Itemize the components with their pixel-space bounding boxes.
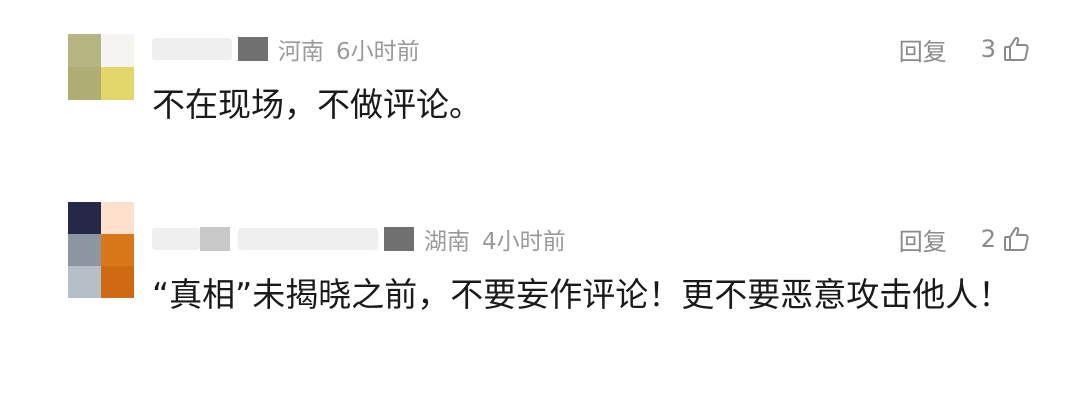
avatar-cell <box>101 266 134 298</box>
comment-item: 河南 6小时前 回复 3 不在现场，不做评论。 <box>0 32 1080 142</box>
username-mosaic <box>200 227 230 251</box>
comment-time: 4小时前 <box>482 229 566 255</box>
avatar-cell <box>68 67 101 100</box>
reply-button[interactable]: 回复 <box>899 222 947 257</box>
comment-item: 湖南 4小时前 回复 2 “真相”未揭晓之前，不要妄作评论！更不要恶意攻击他人！ <box>0 202 1080 382</box>
avatar-cell <box>68 234 101 266</box>
username-mosaic <box>238 37 268 61</box>
comment-meta: 河南 6小时前 <box>152 32 420 66</box>
avatar-cell <box>101 234 134 266</box>
comment-text: 不在现场，不做评论。 <box>152 85 482 124</box>
avatar-cell <box>68 34 101 67</box>
username-mosaic <box>384 227 414 251</box>
username-redacted <box>238 228 378 250</box>
avatar-cell <box>101 34 134 67</box>
avatar-cell <box>101 67 134 100</box>
like-count: 3 <box>980 35 996 63</box>
like-button[interactable]: 3 <box>981 35 1030 63</box>
thumbs-up-icon <box>1004 226 1029 251</box>
avatar-cell <box>68 266 101 298</box>
username-redacted <box>152 228 200 250</box>
like-count: 2 <box>980 225 996 253</box>
comment-location: 湖南 <box>424 229 470 255</box>
comment-actions: 回复 2 <box>899 222 1030 256</box>
avatar[interactable] <box>68 34 134 100</box>
comment-text: “真相”未揭晓之前，不要妄作评论！更不要恶意攻击他人！ <box>152 275 1012 314</box>
comment-actions: 回复 3 <box>899 32 1030 66</box>
comment-location: 河南 <box>278 39 324 65</box>
avatar-cell <box>68 202 101 234</box>
avatar-cell <box>101 202 134 234</box>
thumbs-up-icon <box>1004 36 1029 61</box>
like-button[interactable]: 2 <box>981 225 1030 253</box>
reply-button[interactable]: 回复 <box>899 32 947 67</box>
avatar[interactable] <box>68 202 134 298</box>
username-redacted <box>152 38 232 60</box>
comment-time: 6小时前 <box>336 39 420 65</box>
comment-meta: 湖南 4小时前 <box>152 222 566 256</box>
